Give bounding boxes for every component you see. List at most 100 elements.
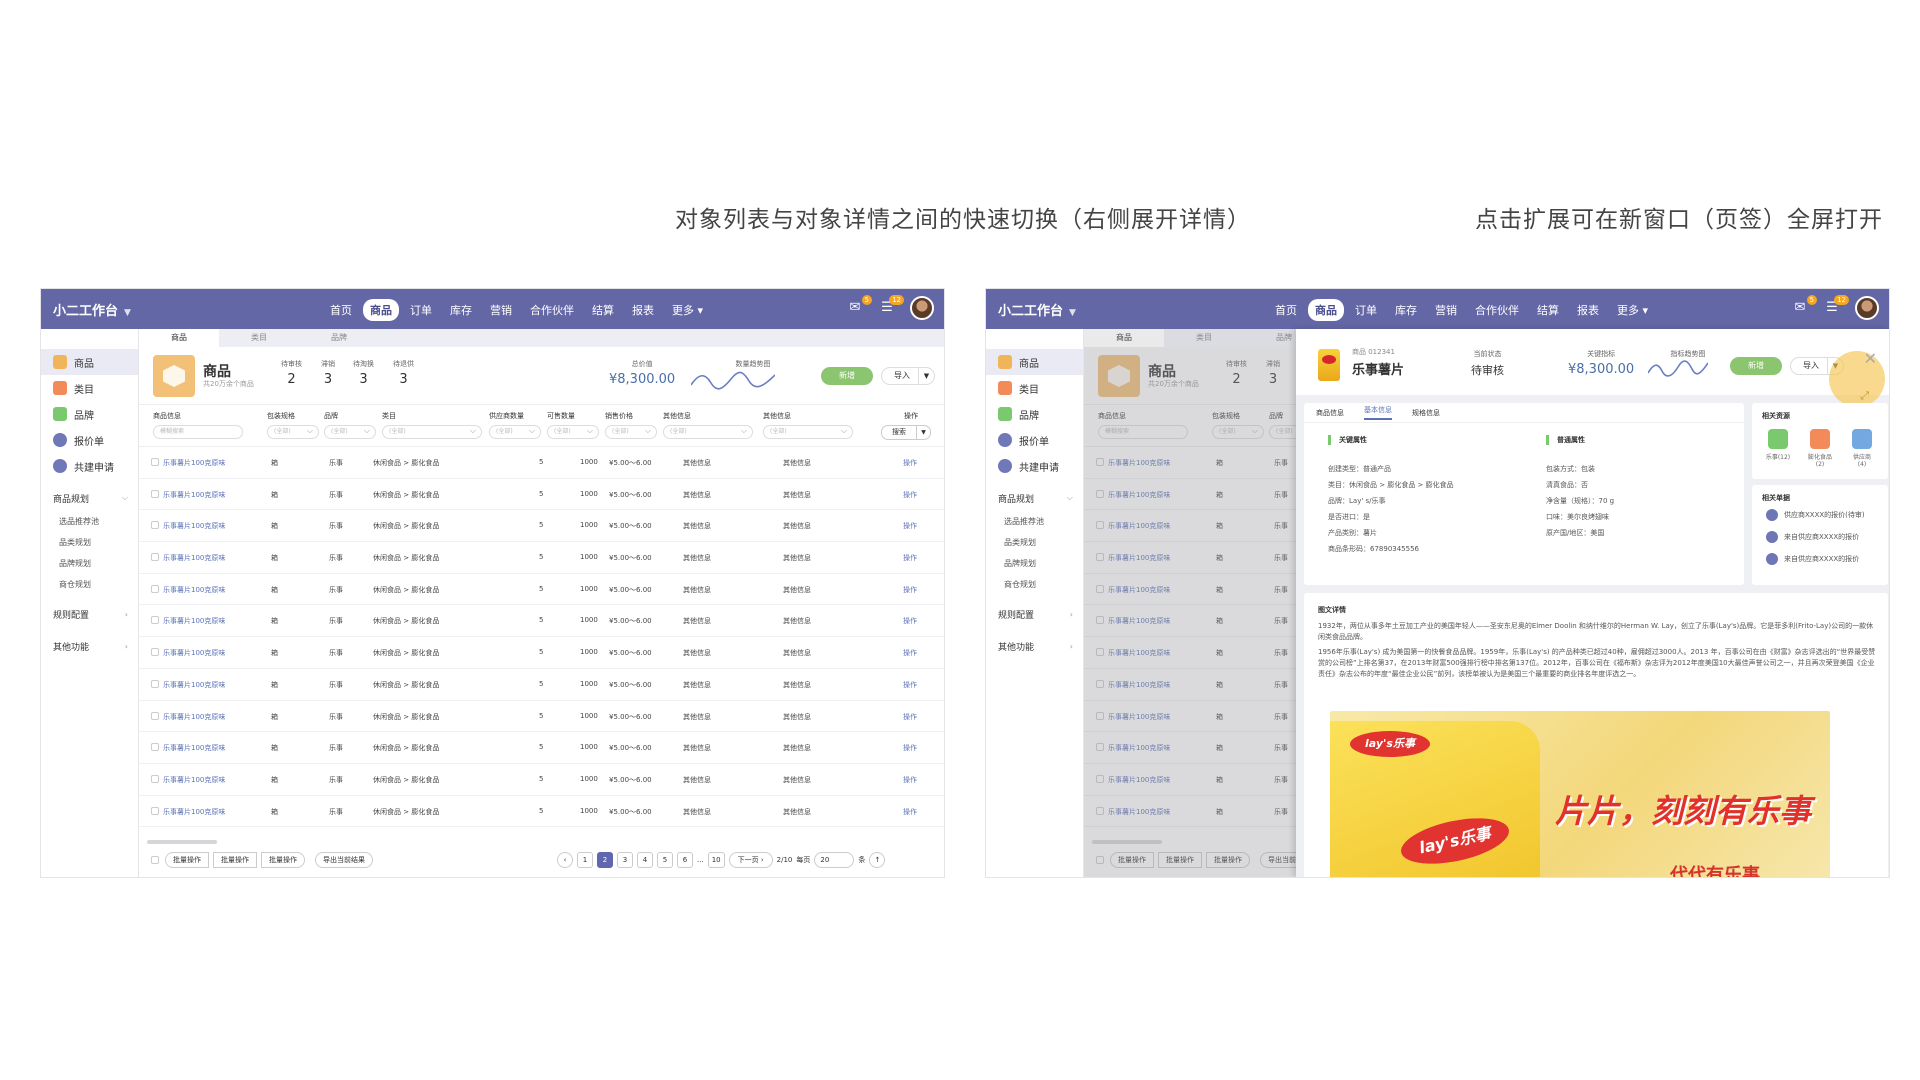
- table-row[interactable]: 乐事薯片100克原味 箱 乐事 休闲食品 > 膨化食品 5 1000 ¥5.00～6.00 其…: [139, 510, 944, 543]
- table-row[interactable]: 乐事薯片100克原味 箱 乐事 休闲食品 > 膨化食品 5 1000 ¥5.00～6.00 其…: [139, 669, 944, 701]
- nav-partners[interactable]: 合作伙伴: [1468, 299, 1526, 321]
- supplier-select[interactable]: (全部): [489, 425, 541, 439]
- sidebar-sub-warehouse-plan[interactable]: 商仓规划: [986, 574, 1083, 595]
- sidebar-sub-recommend[interactable]: 选品推荐池: [41, 511, 138, 532]
- message-icon[interactable]: ✉ 5: [1791, 295, 1817, 317]
- back-to-top-icon[interactable]: ↑: [869, 852, 886, 868]
- expand-fullscreen-icon[interactable]: ⤢: [1860, 389, 1869, 403]
- add-button[interactable]: 新增: [1730, 357, 1782, 375]
- product-name-link[interactable]: 乐事薯片100克原味: [163, 585, 225, 595]
- table-row[interactable]: 乐事薯片100克原味 箱 乐事 休闲食品 > 膨化食品 5 1000 ¥5.00～6.00 其…: [139, 701, 944, 733]
- table-row[interactable]: 乐事薯片100克原味 箱 乐事 休闲食品 > 膨化食品 5 1000 ¥5.00～6.00 其…: [139, 796, 944, 828]
- page-6[interactable]: 6: [677, 852, 693, 868]
- add-button[interactable]: 新增: [821, 367, 873, 385]
- row-checkbox[interactable]: [151, 458, 159, 466]
- sidebar-item-quotes[interactable]: 报价单: [986, 427, 1083, 453]
- per-page-select[interactable]: 20: [814, 852, 855, 868]
- user-avatar[interactable]: [1855, 296, 1879, 320]
- workbench-brand[interactable]: 小二工作台 ▼: [998, 300, 1076, 319]
- resource-category[interactable]: 膨化食品 (2): [1804, 429, 1836, 468]
- sidebar-sub-brand-plan[interactable]: 品牌规划: [986, 553, 1083, 574]
- message-icon[interactable]: ✉ 5: [846, 295, 872, 317]
- pack-select[interactable]: (全部): [267, 425, 319, 439]
- stat-pending[interactable]: 待审核 2: [281, 359, 302, 387]
- product-name-link[interactable]: 乐事薯片100克原味: [163, 553, 225, 563]
- table-row[interactable]: 乐事薯片100克原味 箱 乐事 休闲食品 > 膨化食品 5 1000 ¥5.00～6.00 其…: [139, 764, 944, 796]
- row-checkbox[interactable]: [151, 584, 159, 593]
- row-action-link[interactable]: 操作: [903, 616, 917, 626]
- page-3[interactable]: 3: [617, 852, 633, 868]
- other2-select[interactable]: (全部): [763, 425, 853, 439]
- list-dim-overlay[interactable]: [1084, 347, 1296, 877]
- sidebar-item-categories[interactable]: 类目: [41, 375, 138, 401]
- row-checkbox[interactable]: [151, 489, 159, 498]
- row-checkbox[interactable]: [151, 743, 159, 752]
- nav-inventory[interactable]: 库存: [1388, 299, 1424, 321]
- chevron-down-icon[interactable]: ▼: [918, 368, 934, 384]
- nav-settlement[interactable]: 结算: [585, 299, 621, 321]
- sidebar-group-planning[interactable]: 商品规划 ⌵: [986, 485, 1083, 511]
- nav-home[interactable]: 首页: [1268, 299, 1304, 321]
- search-input[interactable]: 模糊搜索: [153, 425, 243, 439]
- nav-partners[interactable]: 合作伙伴: [523, 299, 581, 321]
- sidebar-item-applications[interactable]: 共建申请: [41, 453, 138, 479]
- table-row[interactable]: 乐事薯片100克原味 箱 乐事 休闲食品 > 膨化食品 5 1000 ¥5.00～6.00 其…: [139, 542, 944, 574]
- stat-return[interactable]: 待退供 3: [393, 359, 414, 387]
- row-action-link[interactable]: 操作: [903, 458, 917, 468]
- nav-products[interactable]: 商品: [363, 299, 399, 321]
- row-action-link[interactable]: 操作: [903, 743, 917, 753]
- product-name-link[interactable]: 乐事薯片100克原味: [163, 490, 225, 500]
- tab-spec-info[interactable]: 规格信息: [1412, 408, 1440, 418]
- category-select[interactable]: (全部): [382, 425, 482, 439]
- product-name-link[interactable]: 乐事薯片100克原味: [163, 775, 225, 785]
- table-row[interactable]: 乐事薯片100克原味 箱 乐事 休闲食品 > 膨化食品 5 1000 ¥5.00～6.00 其…: [139, 479, 944, 511]
- next-page-button[interactable]: 下一页 ›: [728, 852, 773, 868]
- workbench-brand[interactable]: 小二工作台 ▼: [53, 300, 131, 319]
- stock-select[interactable]: (全部): [547, 425, 599, 439]
- product-name-link[interactable]: 乐事薯片100克原味: [163, 743, 225, 753]
- nav-orders[interactable]: 订单: [1348, 299, 1384, 321]
- nav-settlement[interactable]: 结算: [1530, 299, 1566, 321]
- nav-more[interactable]: 更多 ▾: [1610, 299, 1655, 321]
- batch-button-2[interactable]: 批量操作: [213, 852, 257, 868]
- batch-button-1[interactable]: 批量操作: [165, 852, 209, 868]
- row-action-link[interactable]: 操作: [903, 521, 917, 531]
- sidebar-sub-warehouse-plan[interactable]: 商仓规划: [41, 574, 138, 595]
- row-checkbox[interactable]: [151, 553, 159, 562]
- doc-link-1[interactable]: 供应商XXXX的报价(待审): [1766, 509, 1865, 521]
- nav-marketing[interactable]: 营销: [483, 299, 519, 321]
- sidebar-sub-category-plan[interactable]: 品类规划: [41, 532, 138, 553]
- row-checkbox[interactable]: [151, 616, 159, 625]
- tab-categories[interactable]: 类目: [219, 329, 299, 347]
- task-list-icon[interactable]: ☰ 12: [1823, 295, 1849, 317]
- product-name-link[interactable]: 乐事薯片100克原味: [163, 807, 225, 817]
- import-button[interactable]: 导入 ▼: [881, 367, 935, 385]
- page-1[interactable]: 1: [577, 852, 593, 868]
- row-action-link[interactable]: 操作: [903, 712, 917, 722]
- nav-reports[interactable]: 报表: [1570, 299, 1606, 321]
- batch-button-3[interactable]: 批量操作: [261, 852, 305, 868]
- sidebar-item-categories[interactable]: 类目: [986, 375, 1083, 401]
- close-icon[interactable]: ✕: [1864, 349, 1877, 368]
- row-action-link[interactable]: 操作: [903, 553, 917, 563]
- table-row[interactable]: 乐事薯片100克原味 箱 乐事 休闲食品 > 膨化食品 5 1000 ¥5.00～6.00 其…: [139, 605, 944, 638]
- sidebar-group-rules[interactable]: 规则配置 ›: [41, 601, 138, 627]
- table-row[interactable]: 乐事薯片100克原味 箱 乐事 休闲食品 > 膨化食品 5 1000 ¥5.00～6.00 其…: [139, 637, 944, 669]
- page-2[interactable]: 2: [597, 852, 613, 868]
- nav-more[interactable]: 更多 ▾: [665, 299, 710, 321]
- brand-select[interactable]: (全部): [324, 425, 376, 439]
- table-row[interactable]: 乐事薯片100克原味 箱 乐事 休闲食品 > 膨化食品 5 1000 ¥5.00～6.00 其…: [139, 574, 944, 606]
- tab-products[interactable]: 商品: [139, 329, 219, 347]
- nav-orders[interactable]: 订单: [403, 299, 439, 321]
- row-action-link[interactable]: 操作: [903, 648, 917, 658]
- other1-select[interactable]: (全部): [663, 425, 753, 439]
- nav-marketing[interactable]: 营销: [1428, 299, 1464, 321]
- sidebar-item-products[interactable]: 商品: [986, 349, 1083, 375]
- user-avatar[interactable]: [910, 296, 934, 320]
- resource-supplier[interactable]: 供应商 (4): [1846, 429, 1878, 468]
- select-all-checkbox[interactable]: [151, 856, 159, 864]
- product-name-link[interactable]: 乐事薯片100克原味: [163, 648, 225, 658]
- product-name-link[interactable]: 乐事薯片100克原味: [163, 680, 225, 690]
- sidebar-sub-category-plan[interactable]: 品类规划: [986, 532, 1083, 553]
- doc-link-2[interactable]: 来自供应商XXXX的报价: [1766, 531, 1859, 543]
